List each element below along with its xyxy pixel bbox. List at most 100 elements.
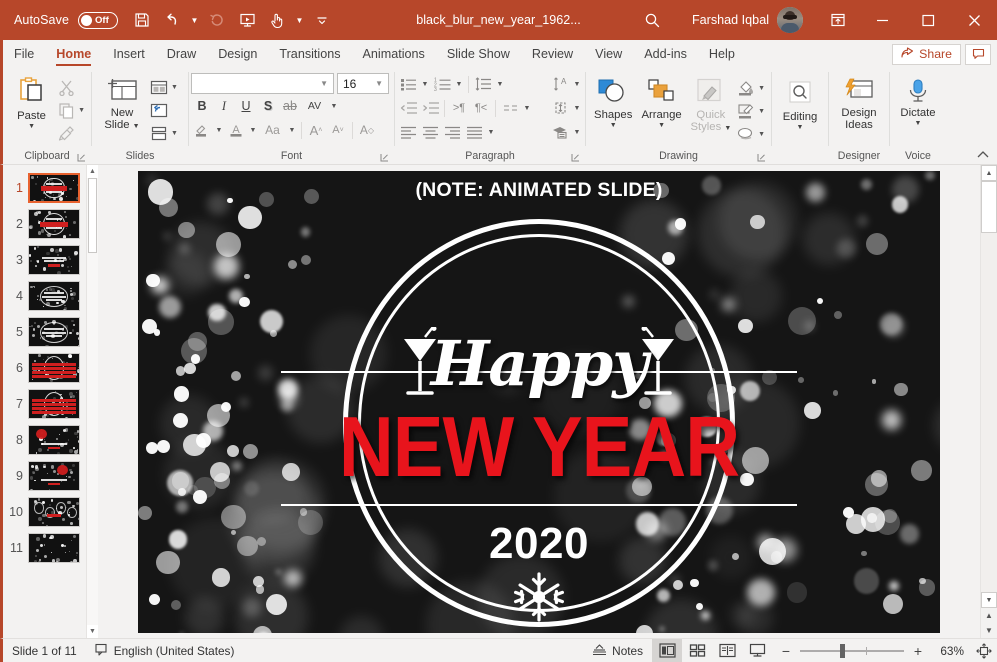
change-case-button[interactable]: Aa (259, 119, 286, 141)
slide-thumbnail-item[interactable]: 6 (3, 350, 86, 386)
drawing-dialog-launcher[interactable] (755, 150, 767, 164)
section-button[interactable]: ▼ (148, 122, 180, 144)
justify-dropdown-icon[interactable]: ▼ (485, 121, 497, 143)
slide-thumbnail-preview[interactable] (28, 281, 80, 311)
close-button[interactable] (951, 0, 997, 40)
slide-thumbnail-preview[interactable] (28, 461, 80, 491)
notes-button[interactable]: Notes (583, 639, 652, 662)
font-dialog-launcher[interactable] (378, 150, 390, 164)
next-slide-icon[interactable]: ▼ (981, 623, 997, 638)
columns-dropdown-icon[interactable]: ▼ (521, 97, 533, 119)
dictate-dropdown-icon[interactable]: ▼ (915, 120, 922, 127)
slide-thumbnail-item[interactable]: 5 (3, 314, 86, 350)
strikethrough-button[interactable]: ab (279, 95, 301, 117)
reading-view-button[interactable] (712, 639, 742, 662)
slide-thumbnail-preview[interactable] (28, 389, 80, 419)
thumbnail-scroll-down-icon[interactable]: ▼ (87, 625, 98, 638)
slide-thumbnail-preview[interactable] (28, 209, 80, 239)
align-center-button[interactable] (419, 121, 441, 143)
font-name-input[interactable]: ▼ (191, 73, 334, 94)
italic-button[interactable]: I (213, 95, 235, 117)
rtl-text-direction-button[interactable]: ¶< (470, 97, 492, 119)
arrange-dropdown-icon[interactable]: ▼ (658, 122, 665, 129)
tab-view[interactable]: View (584, 40, 633, 68)
columns-button[interactable] (499, 97, 521, 119)
numbering-button[interactable]: 123 (431, 73, 453, 95)
comments-icon[interactable] (965, 43, 991, 65)
quick-styles-button[interactable]: Quick Styles ▼ (687, 74, 735, 135)
slide-thumbnail-preview[interactable] (28, 317, 80, 347)
tab-home[interactable]: Home (45, 40, 102, 68)
collapse-ribbon-button[interactable] (975, 146, 991, 162)
normal-view-button[interactable] (652, 638, 682, 662)
save-icon[interactable] (128, 6, 156, 34)
slide-thumbnail-preview[interactable] (28, 173, 80, 203)
slide-thumbnail-preview[interactable] (28, 425, 80, 455)
tab-insert[interactable]: Insert (102, 40, 156, 68)
numbering-dropdown-icon[interactable]: ▼ (453, 73, 465, 95)
touch-mode-icon[interactable] (263, 6, 291, 34)
line-spacing-button[interactable] (472, 73, 494, 95)
zoom-out-button[interactable]: − (779, 643, 793, 659)
text-shadow-button[interactable]: S (257, 95, 279, 117)
slide-counter[interactable]: Slide 1 of 11 (3, 639, 86, 662)
undo-dropdown-icon[interactable]: ▼ (188, 6, 201, 34)
format-painter-button[interactable] (56, 122, 87, 144)
slide-thumbnail-item[interactable]: 1 (3, 170, 86, 206)
reset-button[interactable] (148, 99, 180, 121)
ribbon-display-options-icon[interactable] (817, 0, 859, 40)
character-spacing-dropdown-icon[interactable]: ▼ (328, 95, 340, 117)
fit-to-window-icon[interactable] (971, 639, 997, 662)
maximize-button[interactable] (905, 0, 951, 40)
slide-canvas[interactable]: (NOTE: ANIMATED SLIDE) Happy NEW YEAR 20… (98, 165, 980, 638)
undo-icon[interactable] (158, 6, 186, 34)
arrange-button[interactable]: Arrange ▼ (636, 74, 686, 129)
copy-button[interactable]: ▼ (56, 99, 87, 121)
align-right-button[interactable] (441, 121, 463, 143)
change-case-dropdown-icon[interactable]: ▼ (286, 119, 298, 141)
slide-thumbnail-item[interactable]: 9 (3, 458, 86, 494)
text-highlight-button[interactable] (191, 119, 213, 141)
shape-fill-button[interactable]: ▼ (735, 77, 767, 99)
text-direction-dropdown-icon[interactable]: ▼ (571, 73, 583, 95)
copy-dropdown-icon[interactable]: ▼ (78, 107, 85, 114)
clear-formatting-button[interactable]: A ◇ (356, 119, 378, 141)
current-slide[interactable]: (NOTE: ANIMATED SLIDE) Happy NEW YEAR 20… (138, 170, 940, 633)
shapes-button[interactable]: Shapes ▼ (590, 74, 636, 129)
share-button[interactable]: Share (892, 43, 961, 65)
line-spacing-dropdown-icon[interactable]: ▼ (494, 73, 506, 95)
font-size-chevron-down-icon[interactable]: ▼ (372, 79, 386, 88)
tab-animations[interactable]: Animations (352, 40, 436, 68)
section-dropdown-icon[interactable]: ▼ (171, 130, 178, 137)
shape-effects-button[interactable]: ▼ (735, 123, 767, 145)
align-text-button[interactable] (549, 97, 571, 119)
shape-outline-dropdown-icon[interactable]: ▼ (758, 108, 765, 115)
font-name-chevron-down-icon[interactable]: ▼ (317, 79, 331, 88)
start-presentation-icon[interactable] (233, 6, 261, 34)
layout-button[interactable]: ▼ (148, 76, 180, 98)
zoom-in-button[interactable]: + (911, 643, 925, 659)
tab-slide-show[interactable]: Slide Show (436, 40, 521, 68)
design-ideas-button[interactable]: Design Ideas (833, 74, 885, 131)
font-size-input[interactable]: 16 ▼ (337, 73, 389, 94)
touch-mode-dropdown-icon[interactable]: ▼ (293, 6, 306, 34)
bold-button[interactable]: B (191, 95, 213, 117)
tab-design[interactable]: Design (207, 40, 268, 68)
slide-thumbnail-item[interactable]: 10 (3, 494, 86, 530)
slide-thumbnail-pane[interactable]: 1 2 3 4 5 6 7 8 9 10 11 ▲ ▼ (0, 165, 98, 638)
smartart-dropdown-icon[interactable]: ▼ (571, 121, 583, 143)
thumbnail-scroll-thumb[interactable] (88, 178, 97, 253)
increase-font-size-button[interactable]: A ˄ (305, 119, 327, 141)
align-text-dropdown-icon[interactable]: ▼ (571, 97, 583, 119)
thumbnail-scroll-track[interactable] (87, 178, 98, 625)
editing-button[interactable]: Editing ▼ (776, 76, 824, 131)
tab-transitions[interactable]: Transitions (268, 40, 351, 68)
zoom-slider-handle[interactable] (840, 643, 845, 658)
zoom-level-label[interactable]: 63% (932, 644, 964, 658)
tab-help[interactable]: Help (698, 40, 746, 68)
paste-dropdown-icon[interactable]: ▼ (28, 123, 35, 130)
underline-button[interactable]: U (235, 95, 257, 117)
editing-dropdown-icon[interactable]: ▼ (797, 124, 804, 131)
slide-vertical-scrollbar[interactable]: ▲ ▼ ▲ ▼ (980, 165, 997, 638)
tab-add-ins[interactable]: Add-ins (633, 40, 698, 68)
